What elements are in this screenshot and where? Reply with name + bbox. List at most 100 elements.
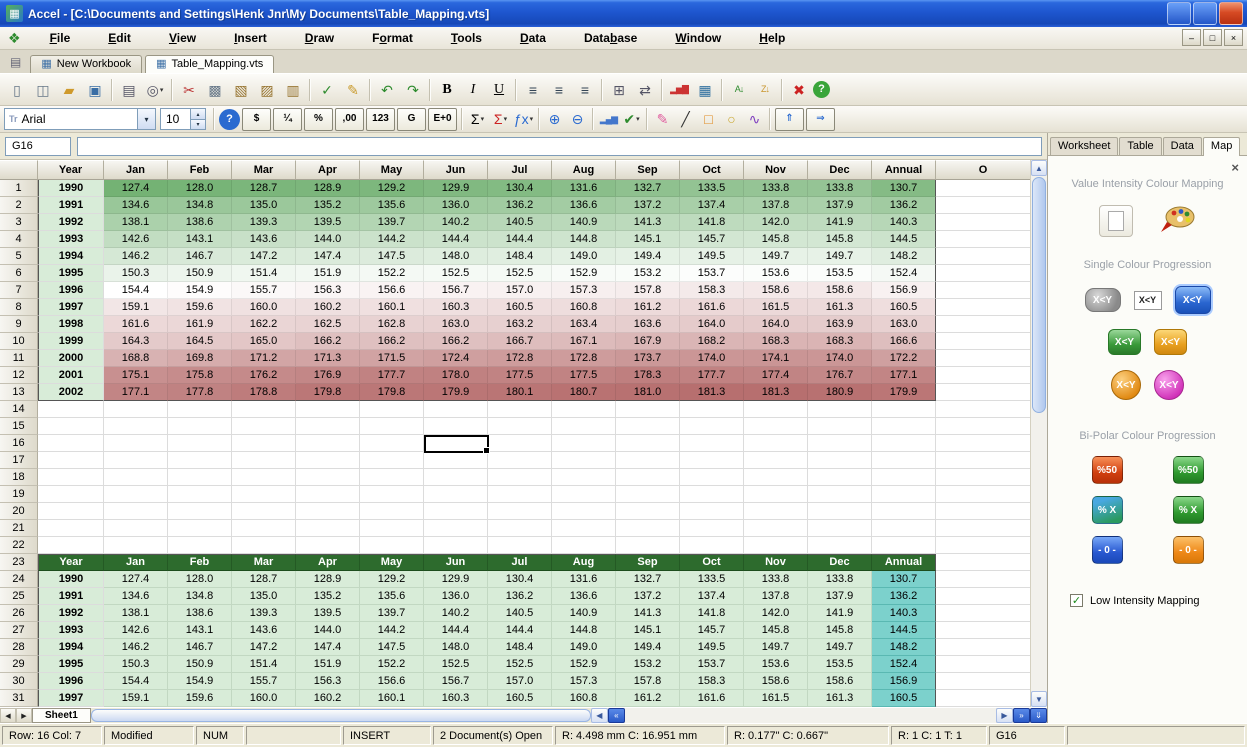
column-header-nov[interactable]: Nov [744,160,808,180]
cell[interactable] [168,452,232,469]
cell[interactable]: 129.9 [424,571,488,588]
cell[interactable]: 158.3 [680,282,744,299]
paste-values-button[interactable]: ▨ [255,78,279,102]
cell[interactable]: 168.3 [808,333,872,350]
cell[interactable]: 136.2 [488,588,552,605]
row-header[interactable]: 7 [0,282,38,299]
save-button[interactable]: ▣ [83,78,107,102]
cell[interactable] [296,503,360,520]
cell[interactable]: 152.5 [488,265,552,282]
row-header[interactable]: 30 [0,673,38,690]
cell[interactable]: 152.9 [552,656,616,673]
cell[interactable] [936,384,1030,401]
cell[interactable] [232,520,296,537]
cell[interactable]: 153.5 [808,656,872,673]
cell[interactable]: 181.3 [680,384,744,401]
cell[interactable]: 130.4 [488,180,552,197]
cell[interactable]: 156.6 [360,673,424,690]
print-preview-button[interactable]: ◎▾ [143,78,167,102]
cell[interactable] [936,401,1030,418]
cell[interactable]: 147.4 [296,248,360,265]
row-header[interactable]: 23 [0,554,38,571]
cell[interactable]: 159.1 [104,690,168,707]
cell[interactable]: 145.8 [744,231,808,248]
cell[interactable] [296,435,360,452]
cell[interactable] [488,401,552,418]
cell[interactable]: 175.8 [168,367,232,384]
menu-file[interactable]: File [31,29,90,47]
cell[interactable]: 168.8 [104,350,168,367]
cell[interactable]: 152.5 [488,656,552,673]
cell[interactable]: 158.6 [808,673,872,690]
cell[interactable]: 144.8 [552,622,616,639]
cell[interactable] [744,452,808,469]
cell[interactable]: 133.5 [680,571,744,588]
cell[interactable]: 152.2 [360,265,424,282]
cell[interactable]: 162.2 [232,316,296,333]
cell[interactable] [488,520,552,537]
cell[interactable]: 149.7 [808,639,872,656]
doc-tab-table-mapping-vts[interactable]: ▦Table_Mapping.vts [145,55,274,73]
sort-ascending-button[interactable]: A↓ [727,78,751,102]
cell[interactable]: 180.7 [552,384,616,401]
menu-format[interactable]: Format [353,29,432,47]
cell[interactable]: 166.6 [872,333,936,350]
cell[interactable] [424,503,488,520]
cell[interactable]: 153.7 [680,265,744,282]
zoom-out-button[interactable]: ⊖ [567,109,588,130]
insert-table-button[interactable]: ▦ [693,78,717,102]
cell[interactable] [936,520,1030,537]
export-right-button[interactable]: ⇒ [806,108,835,131]
cell[interactable] [38,520,104,537]
cell[interactable]: Nov [744,554,808,571]
cell[interactable] [232,537,296,554]
bipolar-button-3[interactable]: % X [1092,496,1123,524]
cell[interactable]: 144.5 [872,231,936,248]
cell[interactable]: 165.0 [232,333,296,350]
cell[interactable]: 1990 [38,180,104,197]
panel-close-button[interactable]: × [1231,161,1239,174]
cell[interactable] [872,537,936,554]
cell[interactable]: 2002 [38,384,104,401]
scroll-left-button[interactable]: ◀ [591,708,608,723]
cell[interactable]: 160.1 [360,299,424,316]
cell[interactable]: 135.6 [360,588,424,605]
percent-format-button[interactable]: % [304,108,333,131]
cell[interactable]: 160.5 [488,690,552,707]
cell[interactable]: 140.9 [552,214,616,231]
cell[interactable]: Jan [104,554,168,571]
cell[interactable]: 128.0 [168,571,232,588]
cell[interactable] [424,520,488,537]
cell[interactable] [680,401,744,418]
fraction-format-button[interactable]: ¼ [273,108,302,131]
row-header[interactable]: 16 [0,435,38,452]
low-intensity-checkbox[interactable]: ✓ [1070,594,1083,607]
row-header[interactable]: 11 [0,350,38,367]
single-colour-button-4[interactable]: X<Y [1108,329,1141,355]
cell[interactable]: 133.8 [744,180,808,197]
merge-cells-button[interactable]: ⇄ [633,78,657,102]
cell[interactable] [38,452,104,469]
cell[interactable]: 148.4 [488,639,552,656]
cell[interactable] [104,486,168,503]
row-header[interactable]: 3 [0,214,38,231]
cell[interactable]: 129.9 [424,180,488,197]
panel-tab-worksheet[interactable]: Worksheet [1050,137,1118,155]
cell[interactable] [168,435,232,452]
cell[interactable]: 134.8 [168,588,232,605]
cell[interactable] [936,248,1030,265]
cell[interactable]: 164.5 [168,333,232,350]
cell[interactable]: 171.3 [296,350,360,367]
blank-mapping-button[interactable] [1099,205,1133,237]
font-size-stepper[interactable]: 10 ▴ ▾ [160,108,206,130]
cell[interactable]: 150.9 [168,265,232,282]
cell[interactable]: 146.2 [104,248,168,265]
cell[interactable]: 143.6 [232,231,296,248]
edit-pen-button[interactable]: ✎ [341,78,365,102]
cell[interactable] [744,469,808,486]
row-header[interactable]: 1 [0,180,38,197]
cell[interactable]: 128.9 [296,180,360,197]
cell[interactable]: 136.6 [552,588,616,605]
cell[interactable] [936,690,1030,707]
spell-check-button[interactable]: ✓ [315,78,339,102]
